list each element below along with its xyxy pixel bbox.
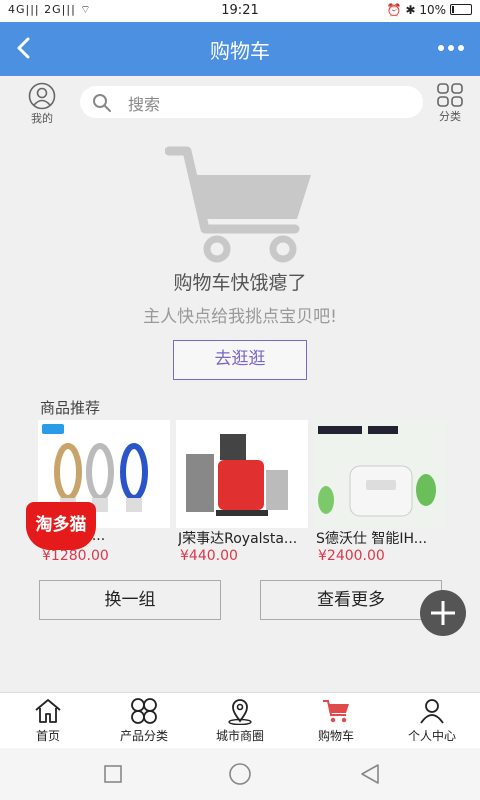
back-triangle-icon[interactable]: [358, 762, 382, 786]
go-shopping-button[interactable]: 去逛逛: [173, 340, 307, 380]
more-button[interactable]: [436, 36, 466, 60]
view-more-button[interactable]: 查看更多: [260, 580, 442, 620]
search-icon: [93, 94, 111, 112]
category-icon: [131, 698, 157, 724]
tab-label: 产品分类: [119, 729, 168, 743]
tab-category[interactable]: 产品分类: [96, 697, 192, 747]
header-bar: 购物车: [0, 22, 480, 76]
recent-apps-icon[interactable]: [103, 764, 123, 784]
tmall-badge[interactable]: 淘多猫: [26, 502, 96, 550]
mine-label: 我的: [31, 112, 53, 125]
search-placeholder: 搜索: [128, 95, 161, 114]
product-price: ¥440.00: [180, 548, 238, 564]
empty-cart-subtitle: 主人快点给我挑点宝贝吧!: [143, 307, 337, 327]
plus-icon: [431, 601, 455, 625]
cart-icon: [323, 700, 349, 723]
product-name: J荣事达Royalsta...: [178, 531, 298, 547]
map-pin-icon: [228, 699, 252, 725]
category-button[interactable]: 分类: [434, 82, 466, 128]
product-name: S德沃仕 智能IH...: [316, 531, 428, 547]
tab-label: 购物车: [317, 729, 354, 743]
more-dots-icon: [438, 45, 464, 51]
user-circle-icon: [28, 82, 56, 110]
home-circle-icon[interactable]: [228, 762, 252, 786]
tab-home[interactable]: 首页: [0, 697, 96, 747]
tab-label: 首页: [35, 729, 60, 743]
mine-button[interactable]: 我的: [22, 82, 62, 128]
floating-add-button[interactable]: [420, 590, 466, 636]
swap-group-button[interactable]: 换一组: [39, 580, 221, 620]
person-icon: [420, 699, 444, 724]
search-row: 我的 搜索 分类: [0, 76, 480, 128]
home-icon: [35, 699, 61, 723]
system-navigation-bar: [0, 748, 480, 800]
empty-cart-icon: [164, 145, 315, 269]
product-price: ¥1280.00: [42, 548, 109, 564]
category-label: 分类: [439, 110, 461, 123]
tab-label: 城市商圈: [215, 729, 264, 743]
product-list: nxiang ... ¥1280.00 J荣事达Royalsta... ¥440…: [38, 420, 448, 570]
status-bar: 4G||| 2G||| ⌔ 19:21 ⏰ ✱ 10%: [0, 0, 480, 22]
status-right: ⏰ ✱ 10%: [387, 3, 472, 17]
bottom-tab-bar: 首页 产品分类 城市商圈 购物车 个人中心: [0, 692, 480, 748]
page-title: 购物车: [210, 39, 270, 63]
product-price: ¥2400.00: [318, 548, 385, 564]
tab-label: 个人中心: [407, 729, 456, 743]
tab-cart[interactable]: 购物车: [288, 697, 384, 747]
juicer-image: [176, 420, 308, 528]
recommend-title: 商品推荐: [40, 399, 101, 417]
battery-icon: [450, 4, 472, 15]
tab-city-district[interactable]: 城市商圈: [192, 697, 288, 747]
grid-icon: [437, 83, 463, 107]
tab-profile[interactable]: 个人中心: [384, 697, 480, 747]
search-input[interactable]: 搜索: [80, 86, 423, 118]
product-card[interactable]: S德沃仕 智能IH... ¥2400.00: [314, 420, 446, 570]
status-icons: ⏰ ✱ 10%: [386, 3, 446, 17]
product-card[interactable]: J荣事达Royalsta... ¥440.00: [176, 420, 308, 570]
rice-cooker-image: [314, 420, 446, 528]
empty-cart-title: 购物车快饿瘪了: [173, 272, 307, 294]
